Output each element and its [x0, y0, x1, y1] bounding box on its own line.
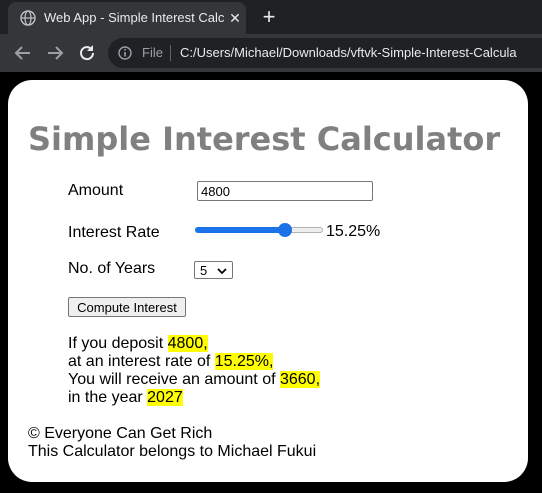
- chevron-down-icon: [216, 264, 228, 276]
- result-deposit-prefix: If you deposit: [68, 335, 168, 352]
- result-rate-value: 15.25%,: [214, 353, 274, 370]
- page-title: Simple Interest Calculator: [28, 120, 501, 158]
- result-line-amount: You will receive an amount of 3660,: [68, 371, 321, 389]
- address-bar[interactable]: File C:/Users/Michael/Downloads/vftvk-Si…: [108, 38, 542, 68]
- tab-title: Web App - Simple Interest Calcul: [44, 10, 224, 25]
- footer: © Everyone Can Get Rich This Calculator …: [28, 425, 316, 461]
- file-label: File: [142, 45, 163, 60]
- result-line-deposit: If you deposit 4800,: [68, 335, 320, 353]
- result-line-year: in the year 2027: [68, 389, 320, 407]
- page-content: Simple Interest Calculator Amount Intere…: [8, 80, 528, 482]
- amount-input[interactable]: [197, 181, 373, 201]
- browser-toolbar: File C:/Users/Michael/Downloads/vftvk-Si…: [0, 34, 542, 72]
- footer-copyright: © Everyone Can Get Rich: [28, 425, 213, 442]
- interest-rate-label: Interest Rate: [68, 224, 160, 241]
- info-icon[interactable]: [118, 46, 132, 60]
- forward-arrow-icon[interactable]: [44, 42, 66, 64]
- browser-tab[interactable]: Web App - Simple Interest Calcul ✕: [8, 2, 246, 34]
- result-line-rate: at an interest rate of 15.25%,: [68, 353, 320, 371]
- footer-owner: This Calculator belongs to Michael Fukui: [28, 443, 317, 460]
- result-amount-prefix: You will receive an amount of: [68, 371, 280, 388]
- interest-rate-slider[interactable]: [195, 223, 323, 237]
- close-icon[interactable]: ✕: [226, 9, 244, 27]
- years-selected-value: 5: [200, 263, 208, 278]
- interest-rate-value: 15.25%: [326, 223, 381, 240]
- years-select[interactable]: 5: [194, 261, 233, 279]
- url-text[interactable]: C:/Users/Michael/Downloads/vftvk-Simple-…: [180, 45, 517, 60]
- compute-interest-button[interactable]: Compute Interest: [68, 297, 186, 317]
- result-amount-value: 3660,: [279, 371, 321, 388]
- plus-icon[interactable]: +: [258, 6, 280, 28]
- result-deposit-value: 4800,: [167, 335, 208, 352]
- slider-fill: [195, 227, 286, 233]
- globe-icon: [20, 10, 36, 26]
- reload-icon[interactable]: [76, 42, 98, 64]
- amount-label: Amount: [68, 182, 124, 199]
- address-divider: [170, 45, 171, 61]
- back-arrow-icon[interactable]: [12, 42, 34, 64]
- result-year-prefix: in the year: [68, 389, 148, 406]
- browser-window: Web App - Simple Interest Calcul ✕ + Fil…: [0, 0, 542, 493]
- result-year-value: 2027: [147, 389, 183, 406]
- tab-strip: Web App - Simple Interest Calcul ✕ +: [0, 0, 542, 34]
- years-label: No. of Years: [68, 260, 156, 277]
- result-rate-prefix: at an interest rate of: [68, 353, 215, 370]
- result-text: If you deposit 4800, at an interest rate…: [68, 335, 321, 407]
- slider-thumb[interactable]: [278, 223, 293, 237]
